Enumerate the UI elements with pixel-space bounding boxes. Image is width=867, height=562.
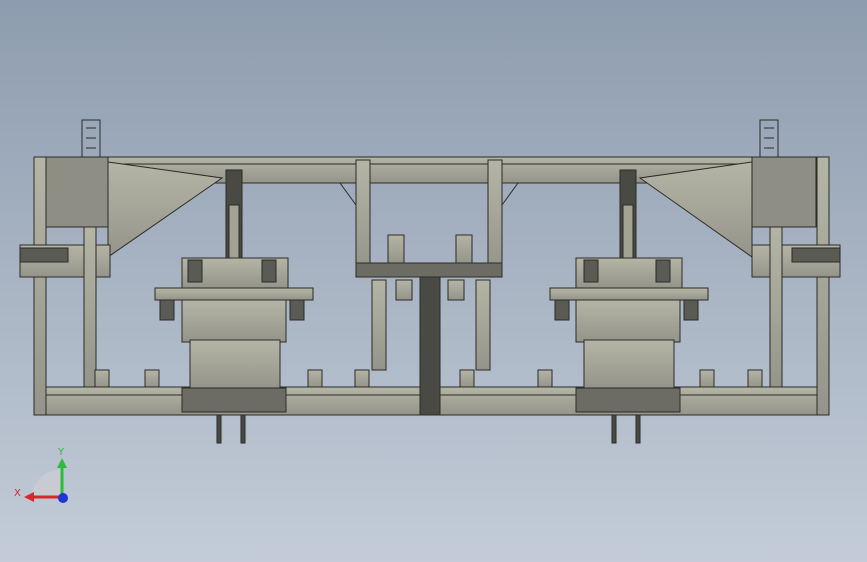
fixture-assembly[interactable] <box>19 119 841 444</box>
x-axis-head <box>24 492 34 502</box>
left-gusset-box <box>45 156 109 228</box>
cad-viewport[interactable]: Y X <box>0 0 867 562</box>
left-support-rod-1 <box>83 226 97 388</box>
right-top-hook-inner <box>764 127 774 149</box>
right-frame-post <box>816 156 830 416</box>
right-triangle-brace <box>638 161 753 258</box>
left-side-clamp <box>19 247 69 263</box>
triad-x-label: X <box>14 488 21 499</box>
left-frame-post <box>33 156 47 416</box>
right-side-clamp <box>791 247 841 263</box>
y-axis-head <box>57 458 67 468</box>
right-gusset-box <box>751 156 817 228</box>
axis-triad: Y X <box>14 447 68 503</box>
left-top-hook-inner <box>86 127 96 149</box>
left-triangle-brace <box>107 161 224 258</box>
triad-plane-shadow <box>32 469 62 497</box>
triad-y-label: Y <box>57 447 65 458</box>
left-support-rod-2 <box>769 226 783 388</box>
z-axis-dot <box>58 493 68 503</box>
